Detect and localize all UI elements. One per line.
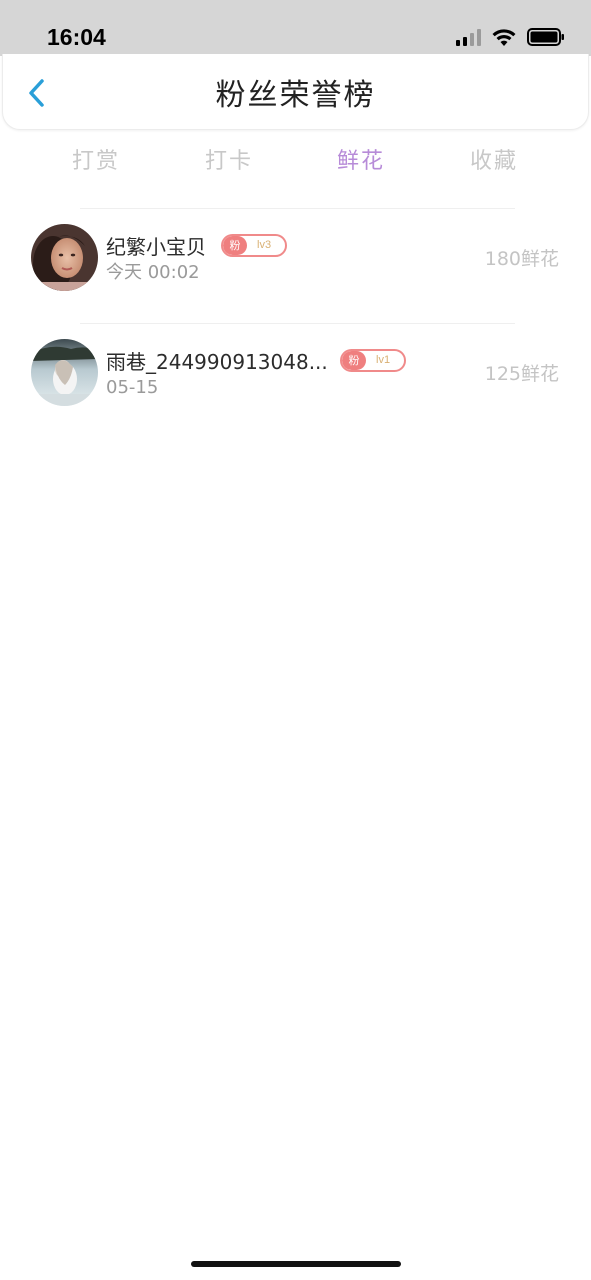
tab-favorites[interactable]: 收藏	[470, 140, 518, 184]
fan-level: lv1	[376, 354, 391, 366]
fan-name: 雨巷_244990913048...	[106, 350, 328, 374]
app-screen: 16:04 粉丝荣誉榜 打赏 打卡 鲜花 收藏 纪繁小宝贝 粉 lv3 今天 0…	[0, 0, 591, 1280]
status-icons	[456, 26, 565, 48]
list-item[interactable]: 雨巷_244990913048... 粉 lv1 05-15 125鲜花	[0, 324, 591, 439]
wifi-icon	[492, 29, 516, 46]
battery-icon	[527, 28, 564, 46]
fan-badge-label: 粉	[342, 351, 366, 370]
nav-bar: 粉丝荣誉榜	[2, 54, 589, 130]
fan-level-badge: 粉 lv3	[221, 234, 288, 257]
status-time: 16:04	[47, 24, 106, 50]
fan-time: 05-15	[106, 377, 159, 398]
cellular-signal-icon	[456, 28, 481, 46]
list-item[interactable]: 纪繁小宝贝 粉 lv3 今天 00:02 180鲜花	[0, 209, 591, 324]
fan-level: lv3	[257, 239, 272, 251]
tab-bar: 打赏 打卡 鲜花 收藏	[30, 140, 561, 184]
tab-flowers[interactable]: 鲜花	[337, 140, 385, 184]
tab-tipping[interactable]: 打赏	[72, 140, 120, 184]
fan-name: 纪繁小宝贝	[106, 235, 206, 259]
home-indicator[interactable]	[191, 1261, 401, 1267]
page-title: 粉丝荣誉榜	[215, 78, 376, 113]
fan-badge-label: 粉	[223, 236, 247, 255]
flower-amount: 125鲜花	[484, 363, 559, 385]
fan-level-badge: 粉 lv1	[340, 349, 407, 372]
status-bar: 16:04	[0, 0, 591, 56]
avatar[interactable]	[31, 339, 98, 406]
fan-time: 今天 00:02	[106, 262, 200, 283]
tab-checkin[interactable]: 打卡	[205, 140, 253, 184]
flower-amount: 180鲜花	[484, 248, 559, 270]
avatar[interactable]	[31, 224, 98, 291]
